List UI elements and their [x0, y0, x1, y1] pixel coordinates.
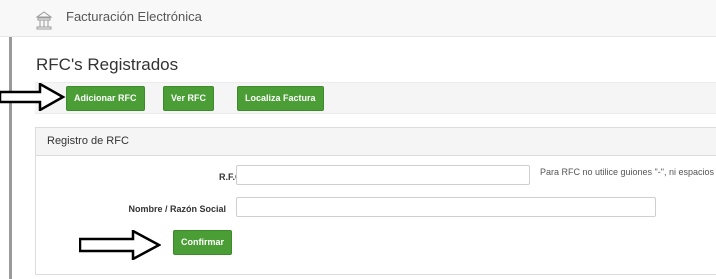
building-icon [35, 11, 53, 30]
right-arrow-icon [0, 83, 66, 111]
rfc-input[interactable] [236, 165, 530, 185]
right-arrow-icon [79, 230, 161, 260]
rfc-label: R.F.C. [218, 172, 244, 182]
action-toolbar: Adicionar RFC Ver RFC Localiza Factura [35, 82, 716, 114]
top-navbar: Facturación Electrónica [0, 0, 716, 37]
ver-rfc-button[interactable]: Ver RFC [163, 86, 215, 111]
name-label: Nombre / Razón Social [128, 204, 226, 214]
panel-header: Registro de RFC [36, 128, 716, 156]
adicionar-rfc-button[interactable]: Adicionar RFC [66, 86, 145, 111]
name-input[interactable] [236, 197, 656, 217]
panel-title: Registro de RFC [47, 135, 129, 147]
page-title: RFC's Registrados [36, 55, 179, 74]
confirm-button[interactable]: Confirmar [173, 230, 233, 255]
localiza-factura-button[interactable]: Localiza Factura [237, 86, 324, 111]
left-rail [9, 37, 12, 279]
rfc-hint: Para RFC no utilice guiones "-", ni espa… [540, 167, 714, 177]
app-title[interactable]: Facturación Electrónica [66, 9, 202, 24]
